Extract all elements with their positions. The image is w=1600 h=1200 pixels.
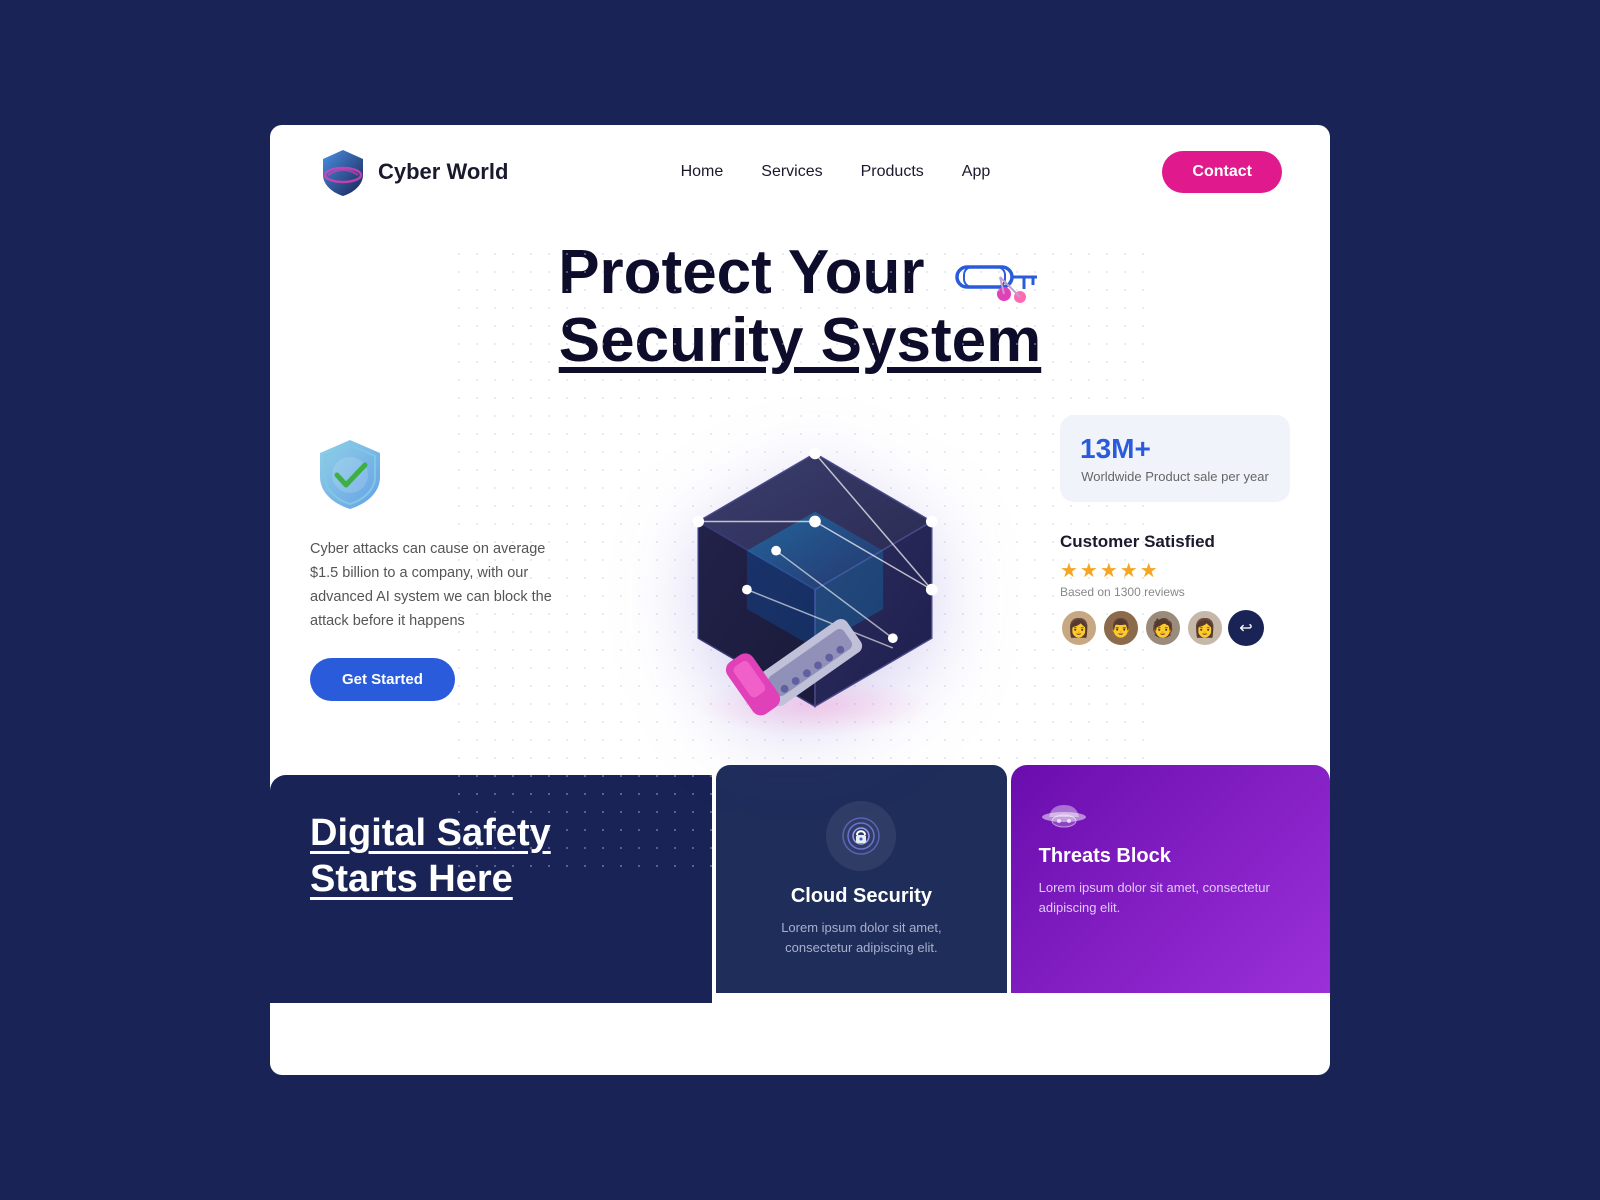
hero-title: Protect Your <box>558 239 1042 375</box>
center-panel <box>570 395 1060 755</box>
navbar: Cyber World Home Services Products App C… <box>270 125 1330 219</box>
logo-area: Cyber World <box>318 147 508 197</box>
stat-label: Worldwide Product sale per year <box>1080 469 1270 484</box>
cloud-security-icon <box>826 801 896 871</box>
threats-icon <box>1039 801 1302 831</box>
bottom-right-card: Threats Block Lorem ipsum dolor sit amet… <box>1011 765 1330 993</box>
left-panel: Cyber attacks can cause on average $1.5 … <box>310 395 570 755</box>
reply-icon[interactable]: ↩ <box>1228 610 1264 646</box>
bottom-left-title: Digital Safety Starts Here <box>310 811 672 902</box>
hero-line2: Security System <box>558 307 1042 375</box>
nav-products[interactable]: Products <box>861 163 924 180</box>
reviews-text: Based on 1300 reviews <box>1060 585 1290 599</box>
bottom-left-card: Digital Safety Starts Here <box>270 775 712 1003</box>
center-card-title: Cloud Security <box>791 885 932 908</box>
stat-number: 13M+ <box>1080 433 1270 465</box>
center-card-body: Lorem ipsum dolor sit amet, consectetur … <box>746 918 976 957</box>
stars-rating: ★★★★★ <box>1060 558 1290 583</box>
hacker-icon <box>1039 801 1089 831</box>
contact-button[interactable]: Contact <box>1162 151 1282 193</box>
logo-icon <box>318 147 368 197</box>
shield-check-icon <box>310 435 390 515</box>
bottom-center-card: Cloud Security Lorem ipsum dolor sit ame… <box>716 765 1006 993</box>
key-icon <box>952 247 1042 307</box>
hero-line1: Protect Your <box>558 239 1042 307</box>
right-card-body: Lorem ipsum dolor sit amet, consectetur … <box>1039 878 1302 917</box>
avatar-4: 👩 <box>1186 609 1224 647</box>
body-text: Cyber attacks can cause on average $1.5 … <box>310 538 570 634</box>
avatar-3: 🧑 <box>1144 609 1182 647</box>
cloud-lock-svg <box>841 816 881 856</box>
bottom-section: Digital Safety Starts Here Cloud Securit… <box>270 775 1330 1003</box>
avatars-row: 👩 👨 🧑 👩 ↩ <box>1060 609 1290 647</box>
customers-card: Customer Satisfied ★★★★★ Based on 1300 r… <box>1060 522 1290 657</box>
nav-app[interactable]: App <box>962 163 990 180</box>
hero-section: Protect Your <box>270 219 1330 375</box>
right-panel: 13M+ Worldwide Product sale per year Cus… <box>1060 395 1290 755</box>
security-cube-illustration <box>645 395 985 755</box>
nav-links: Home Services Products App <box>681 163 991 181</box>
page-wrapper: Cyber World Home Services Products App C… <box>270 125 1330 1075</box>
brand-name: Cyber World <box>378 159 508 185</box>
right-card-title: Threats Block <box>1039 845 1302 868</box>
avatar-2: 👨 <box>1102 609 1140 647</box>
nav-home[interactable]: Home <box>681 163 724 180</box>
get-started-button[interactable]: Get Started <box>310 658 455 701</box>
content-area: Cyber attacks can cause on average $1.5 … <box>270 395 1330 755</box>
customers-title: Customer Satisfied <box>1060 532 1290 552</box>
stat-card: 13M+ Worldwide Product sale per year <box>1060 415 1290 502</box>
nav-services[interactable]: Services <box>761 163 822 180</box>
avatar-1: 👩 <box>1060 609 1098 647</box>
